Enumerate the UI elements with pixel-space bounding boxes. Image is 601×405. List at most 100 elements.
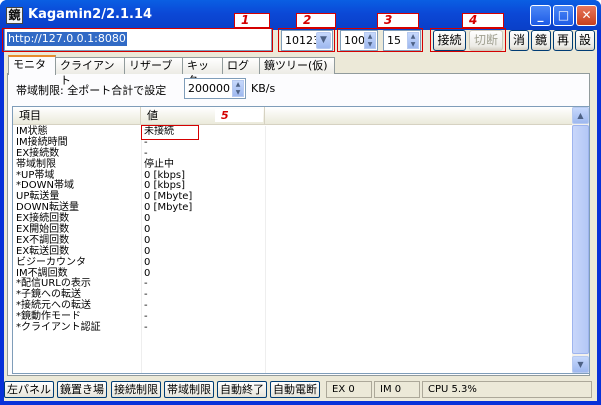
row-value: 0 [kbps]	[144, 169, 186, 181]
annotation-label-5: 5	[215, 109, 263, 122]
table-row[interactable]: *子鏡への転送 -	[13, 289, 573, 300]
bandwidth-spin[interactable]: 200000 ▲ ▼	[184, 78, 246, 99]
annotation-frame-5	[141, 125, 199, 140]
table-row[interactable]: *UP帯域 0 [kbps]	[13, 170, 573, 181]
im-count: IM 0	[374, 381, 420, 398]
connection-limit-button[interactable]: 接続制限	[111, 381, 161, 398]
row-key: *クライアント認証	[16, 322, 101, 334]
table-row[interactable]: EX接続数 -	[13, 148, 573, 159]
table-row[interactable]: IM状態 未接続	[13, 126, 573, 137]
header-item[interactable]: 項目	[13, 107, 141, 125]
row-key: *UP帯域	[16, 169, 55, 181]
table-row[interactable]: DOWN転送量 0 [Mbyte]	[13, 202, 573, 213]
close-button[interactable]: ✕	[576, 5, 597, 26]
app-icon: 鏡	[6, 7, 23, 24]
row-key: UP転送量	[16, 191, 60, 203]
table-row[interactable]: EX不調回数 0	[13, 235, 573, 246]
tab-monitor[interactable]: モニタ	[8, 55, 56, 75]
table-row[interactable]: 帯域制限 停止中	[13, 159, 573, 170]
row-value: 0 [Mbyte]	[144, 191, 193, 203]
table-row[interactable]: EX開始回数 0	[13, 224, 573, 235]
bandwidth-limit-button[interactable]: 帯域制限	[164, 381, 214, 398]
tab-kick[interactable]: キック	[182, 57, 223, 87]
row-value: -	[144, 147, 148, 159]
table-row[interactable]: EX転送回数 0	[13, 246, 573, 257]
table-row[interactable]: UP転送量 0 [Mbyte]	[13, 191, 573, 202]
annotation-label-4: 4	[462, 13, 504, 28]
maximize-button[interactable]: □	[553, 5, 574, 26]
row-value: 0	[144, 256, 151, 268]
row-key: *DOWN帯域	[16, 180, 74, 192]
annotation-label-1: 1	[234, 13, 270, 28]
row-key: EX不調回数	[16, 234, 70, 246]
row-value: -	[144, 300, 148, 312]
row-key: EX開始回数	[16, 224, 70, 236]
row-value: 0	[144, 234, 151, 246]
row-key: *子鏡への転送	[16, 289, 81, 301]
table-row[interactable]: *鏡動作モード -	[13, 311, 573, 322]
row-value: 停止中	[144, 158, 174, 170]
app-window: 鏡 Kagamin2/2.1.14 _ □ ✕ 1 2 3 4 http://1…	[0, 0, 601, 405]
table-row[interactable]: *DOWN帯域 0 [kbps]	[13, 180, 573, 191]
table-row[interactable]: IM接続時間 -	[13, 137, 573, 148]
annotation-frame-3	[337, 28, 423, 52]
bandwidth-unit: KB/s	[251, 82, 276, 95]
grid-header: 項目 値	[13, 107, 573, 125]
annotation-label-3: 3	[377, 13, 419, 28]
scroll-up-icon[interactable]: ▲	[572, 107, 589, 124]
left-panel-button[interactable]: 左パネル	[4, 381, 54, 398]
row-value: -	[144, 278, 148, 290]
row-key: IM不調回数	[16, 267, 68, 279]
row-key: EX接続回数	[16, 213, 70, 225]
row-key: EX転送回数	[16, 245, 70, 257]
row-value: -	[144, 322, 148, 334]
row-value: 0 [kbps]	[144, 180, 186, 192]
status-bar: 左パネル 鏡置き場 接続制限 帯域制限 自動終了 自動電断 EX 0 IM 0 …	[4, 380, 597, 401]
minimize-button[interactable]: _	[530, 5, 551, 26]
table-row[interactable]: *接続元への転送 -	[13, 300, 573, 311]
vertical-scrollbar[interactable]: ▲ ▼	[572, 107, 589, 373]
mirror-button[interactable]: 鏡	[531, 30, 551, 51]
table-row[interactable]: *クライアント認証 -	[13, 322, 573, 333]
row-value: 0	[144, 267, 151, 279]
replay-button[interactable]: 再	[553, 30, 573, 51]
row-key: EX接続数	[16, 147, 60, 159]
annotation-frame-2	[278, 28, 335, 52]
row-value: -	[144, 289, 148, 301]
tab-client[interactable]: クライアント	[55, 57, 125, 87]
bandwidth-value: 200000	[188, 82, 230, 95]
annotation-frame-1	[2, 28, 273, 52]
row-key: IM接続時間	[16, 136, 68, 148]
annotation-label-2: 2	[296, 13, 336, 28]
ex-count: EX 0	[326, 381, 372, 398]
grid-rows: IM状態 未接続 IM接続時間 - EX接続数 - 帯域制限 停止中 *UP帯域 0 [kbps]…	[13, 126, 573, 333]
row-key: DOWN転送量	[16, 202, 79, 214]
bandwidth-label: 帯域制限: 全ポート合計で設定	[16, 84, 167, 97]
row-key: ビジーカウンタ	[16, 256, 86, 268]
table-row[interactable]: ビジーカウンタ 0	[13, 257, 573, 268]
tab-log[interactable]: ログ	[222, 57, 260, 74]
window-title: Kagamin2/2.1.14	[28, 7, 153, 22]
table-row[interactable]: IM不調回数 0	[13, 268, 573, 279]
monitor-grid[interactable]: 項目 値 5 IM状態 未接続 IM接続時間 - EX接続数 - 帯域制限 停止中 *UP帯域 0…	[12, 106, 590, 374]
table-row[interactable]: EX接続回数 0	[13, 213, 573, 224]
row-value: -	[144, 311, 148, 323]
clear-button[interactable]: 消	[509, 30, 529, 51]
cpu-usage: CPU 5.3%	[422, 381, 592, 398]
spin-arrows-icon[interactable]: ▲ ▼	[232, 80, 244, 97]
row-key: *鏡動作モード	[16, 311, 81, 323]
mirror-storage-button[interactable]: 鏡置き場	[57, 381, 107, 398]
scroll-thumb[interactable]	[572, 125, 589, 354]
annotation-frame-4	[430, 28, 506, 52]
row-value: 0 [Mbyte]	[144, 202, 193, 214]
auto-exit-button[interactable]: 自動終了	[217, 381, 267, 398]
row-value: 0	[144, 213, 151, 225]
settings-button[interactable]: 設	[575, 30, 595, 51]
table-row[interactable]: *配信URLの表示 -	[13, 278, 573, 289]
tab-reserve[interactable]: リザーブ	[124, 57, 183, 74]
tab-mirror-tree[interactable]: 鏡ツリー(仮)	[259, 57, 335, 74]
scroll-down-icon[interactable]: ▼	[572, 356, 589, 373]
row-key: *配信URLの表示	[16, 278, 91, 290]
auto-disconnect-button[interactable]: 自動電断	[270, 381, 320, 398]
row-value: 0	[144, 245, 151, 257]
